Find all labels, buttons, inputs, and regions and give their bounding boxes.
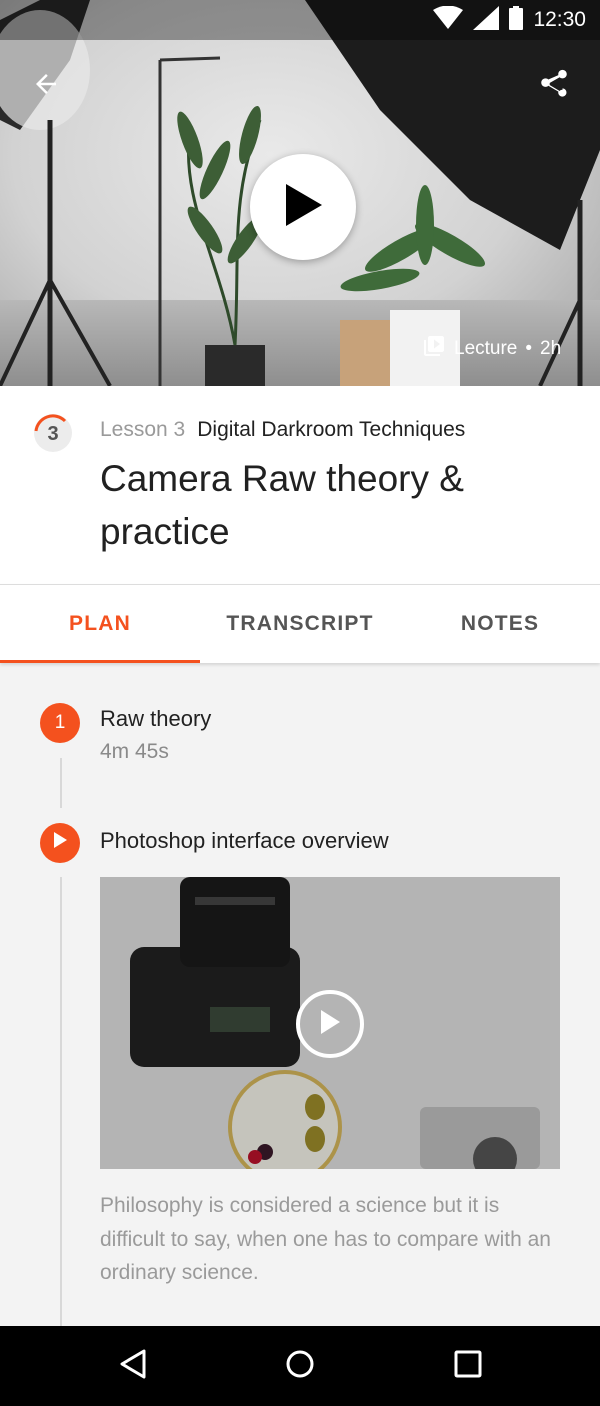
tab-notes[interactable]: NOTES — [400, 585, 600, 663]
play-icon — [282, 182, 324, 233]
play-icon — [318, 1008, 342, 1041]
back-arrow-icon — [31, 69, 61, 104]
step-video-thumbnail[interactable] — [100, 877, 560, 1169]
nav-back-button[interactable] — [113, 1346, 153, 1386]
thumbnail-play-button[interactable] — [296, 990, 364, 1058]
system-nav-bar — [0, 1326, 600, 1406]
timeline-connector — [60, 877, 62, 1326]
nav-recents-icon — [454, 1350, 482, 1383]
tab-transcript[interactable]: TRANSCRIPT — [200, 585, 400, 663]
share-icon — [537, 67, 571, 106]
wifi-icon — [433, 5, 464, 35]
nav-home-icon — [285, 1349, 315, 1384]
lesson-title: Camera Raw theory & practice — [100, 458, 464, 552]
meta-separator: • — [525, 338, 533, 359]
nav-back-icon — [116, 1347, 150, 1386]
step-title[interactable]: Raw theory — [100, 706, 211, 732]
lesson-progress-badge: 3 — [33, 413, 73, 453]
lesson-number: Lesson 3 — [100, 418, 186, 441]
signal-icon — [473, 5, 500, 35]
lesson-line: Lesson 3 Digital Darkroom Techniques — [100, 418, 465, 442]
step-title[interactable]: Photoshop interface overview — [100, 828, 389, 854]
back-button[interactable] — [22, 62, 70, 110]
step-number-badge: 1 — [40, 703, 80, 743]
lecture-video-icon — [422, 334, 446, 364]
lecture-type: Lecture — [454, 338, 518, 359]
nav-home-button[interactable] — [280, 1346, 320, 1386]
tab-indicator — [0, 660, 200, 663]
hero-video[interactable]: 12:30 Lecture • 2h — [0, 0, 600, 386]
tab-bar: PLAN TRANSCRIPT NOTES — [0, 584, 600, 663]
share-button[interactable] — [530, 62, 578, 110]
step-duration: 4m 45s — [100, 740, 169, 763]
nav-recents-button[interactable] — [448, 1346, 488, 1386]
step-description: Philosophy is considered a science but i… — [100, 1194, 551, 1284]
step-playing-badge — [40, 823, 80, 863]
course-name: Digital Darkroom Techniques — [197, 418, 466, 441]
battery-icon — [509, 5, 524, 35]
status-icons: 12:30 — [433, 5, 586, 35]
tab-plan[interactable]: PLAN — [0, 585, 200, 663]
lecture-meta: Lecture • 2h — [422, 334, 561, 364]
play-video-button[interactable] — [250, 154, 356, 260]
status-time: 12:30 — [533, 8, 586, 31]
status-bar: 12:30 — [0, 0, 600, 40]
lesson-badge-number: 3 — [47, 423, 58, 445]
timeline-connector — [60, 758, 62, 808]
lecture-duration: 2h — [540, 338, 562, 359]
play-icon — [52, 831, 68, 855]
